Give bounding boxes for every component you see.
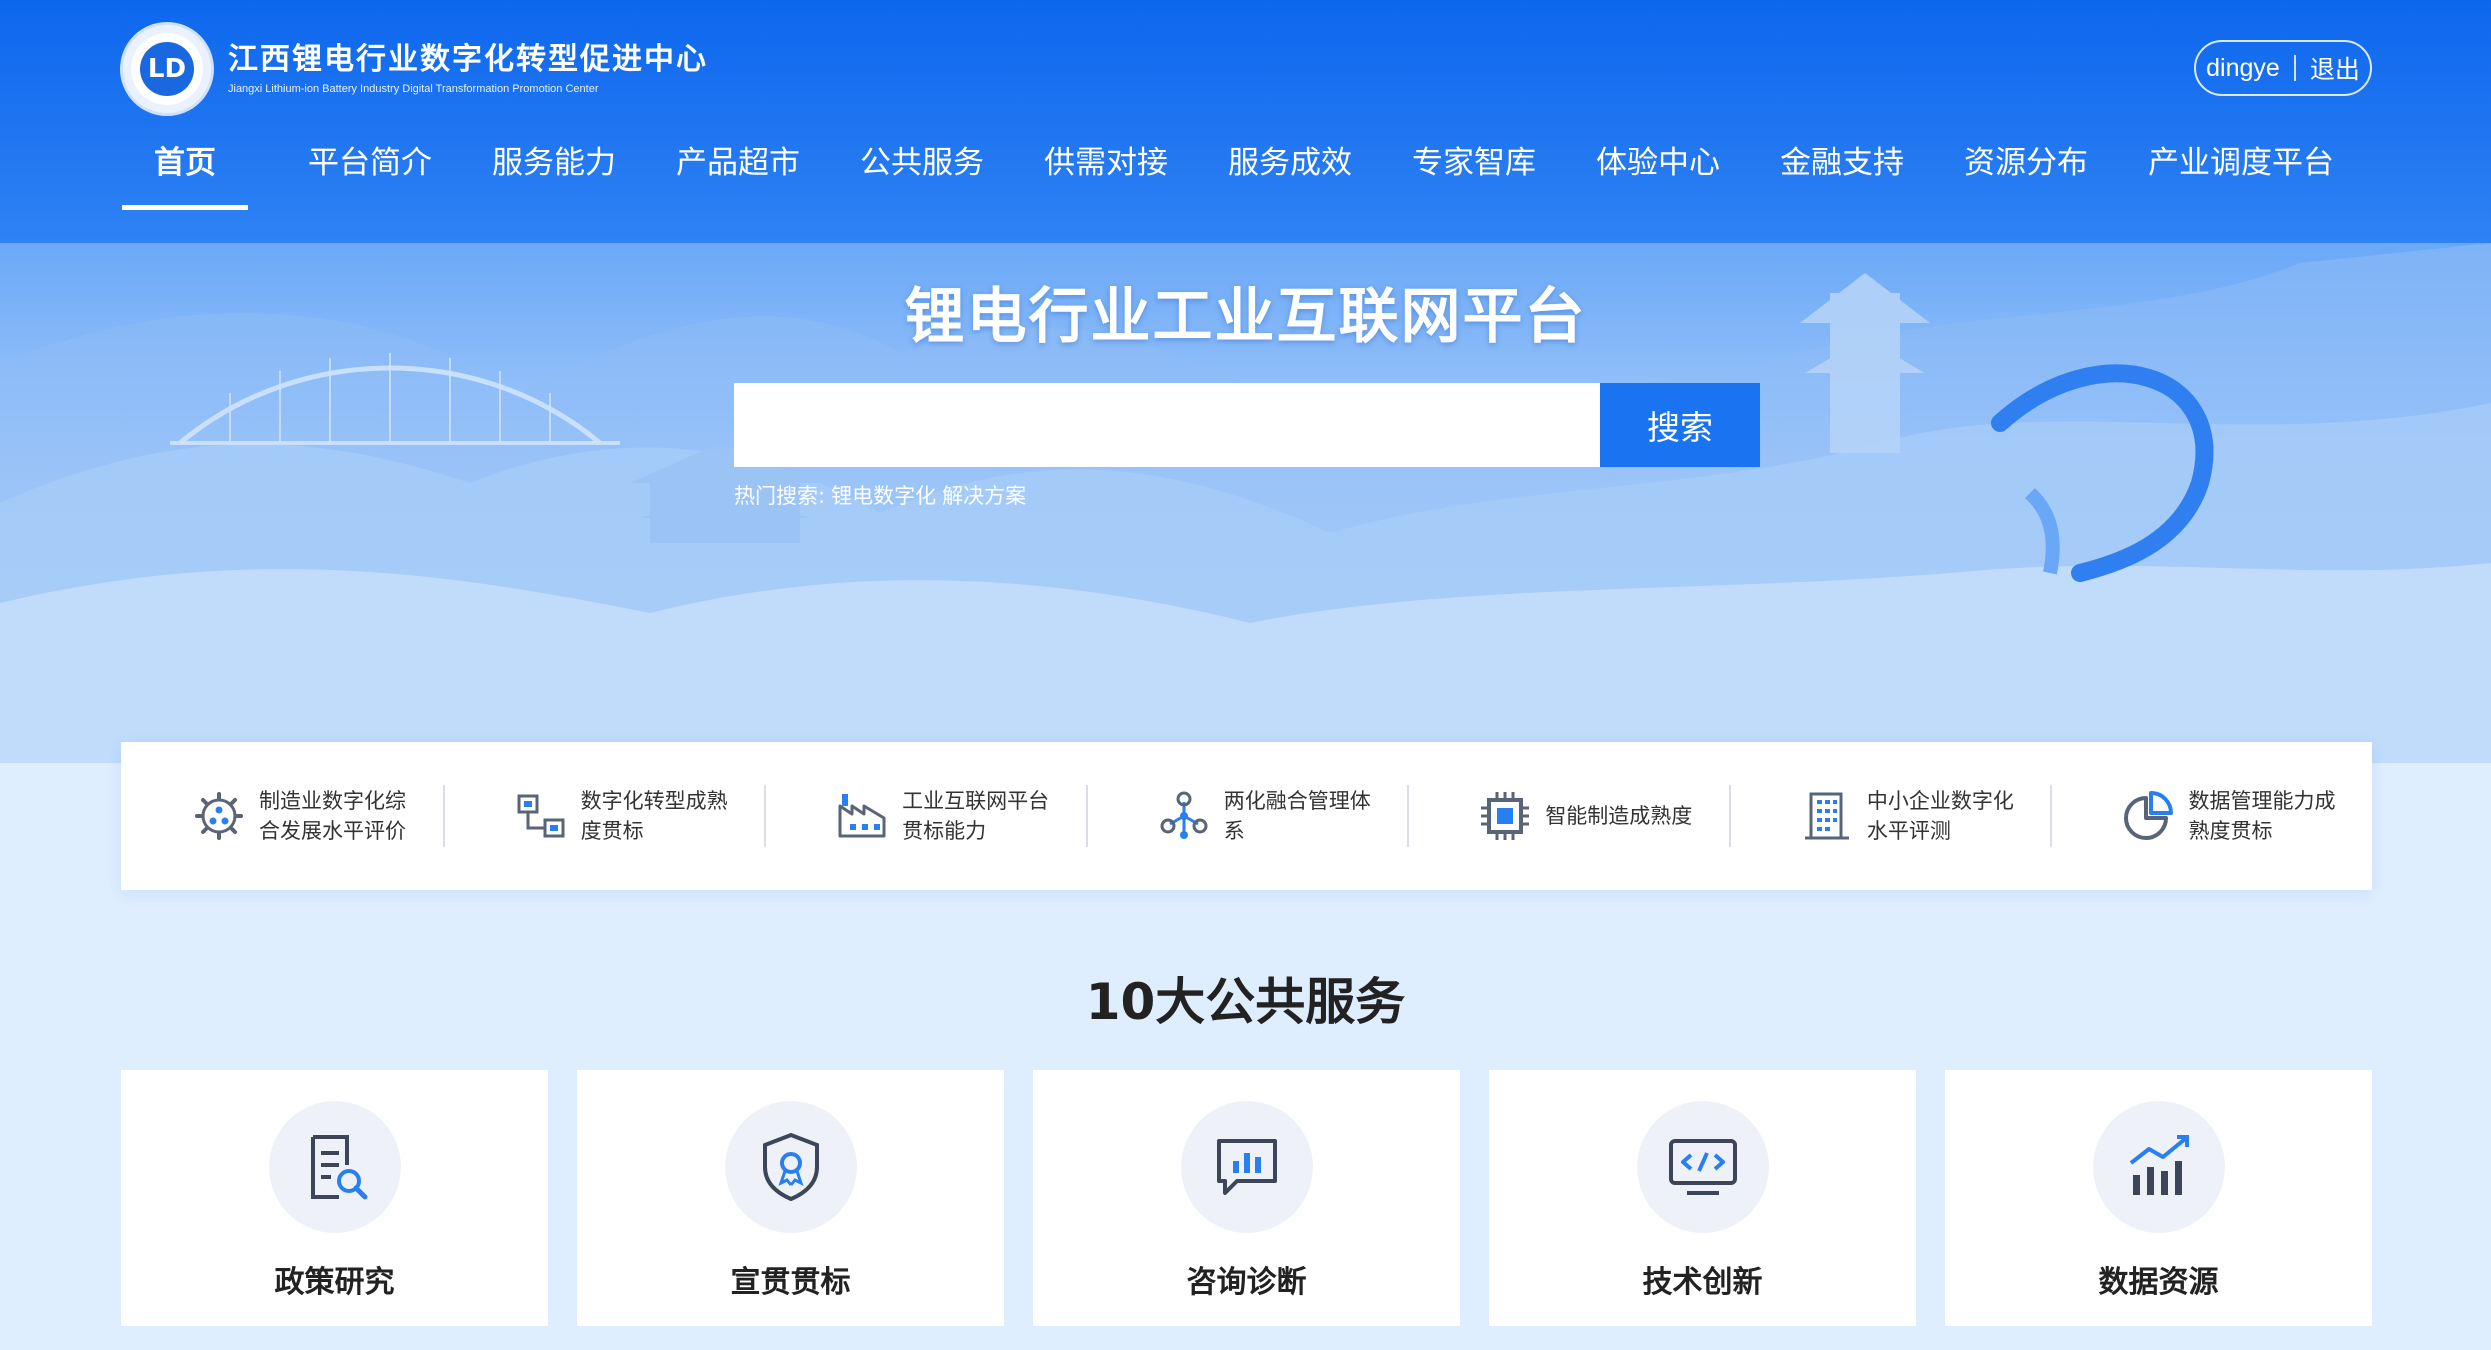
quick-link-sme-digital[interactable]: 中小企业数字化水平评测 (1728, 785, 2051, 847)
chip-icon (1481, 792, 1530, 840)
gear-network-icon (195, 792, 243, 840)
quick-link-manufacturing-digital-eval[interactable]: 制造业数字化综合发展水平评价 (121, 785, 443, 847)
service-card-label: 技术创新 (1642, 1265, 1763, 1300)
hero-title: 锂电行业工业互联网平台 (904, 282, 1587, 352)
nav-item-service-results[interactable]: 服务成效 (1228, 138, 1352, 210)
search-bar: 搜索 (734, 383, 1760, 467)
quick-link-iiot-platform[interactable]: 工业互联网平台贯标能力 (764, 785, 1086, 847)
flowchart-icon (517, 794, 565, 838)
hot-search-tag[interactable]: 解决方案 (942, 484, 1026, 508)
search-input[interactable] (734, 383, 1600, 467)
building-icon (1804, 792, 1849, 840)
nav-item-expert-pool[interactable]: 专家智库 (1412, 138, 1536, 210)
logo-emblem-icon: LD (120, 22, 214, 116)
hot-search-label: 热门搜索: (734, 484, 826, 508)
logo-mark: LD (140, 42, 194, 96)
hero-banner: 锂电行业工业互联网平台 搜索 热门搜索: 锂电数字化 解决方案 (0, 243, 2491, 763)
nav-item-industry-dispatch[interactable]: 产业调度平台 (2148, 138, 2334, 210)
quick-link-label: 智能制造成熟度 (1545, 804, 1693, 828)
user-name-link[interactable]: dingye (2206, 54, 2280, 83)
quick-link-digital-maturity[interactable]: 数字化转型成熟度贯标 (442, 785, 765, 847)
molecule-icon (1160, 791, 1208, 839)
quick-link-label: 数字化转型成熟度贯标 (580, 789, 728, 843)
quick-link-label: 数据管理能力成熟度贯标 (2188, 789, 2336, 843)
pie-chart-icon (2124, 791, 2174, 840)
main-nav: 首页 平台简介 服务能力 产品超市 公共服务 供需对接 服务成效 专家智库 体验… (122, 138, 2394, 210)
services-card-list: 政策研究 宣贯贯标 咨询诊断 技术创新 数据资源 (121, 1070, 2372, 1326)
nav-item-home[interactable]: 首页 (122, 138, 248, 210)
quick-link-integration-mgmt[interactable]: 两化融合管理体系 (1085, 785, 1408, 847)
nav-item-product-market[interactable]: 产品超市 (676, 138, 800, 210)
service-card-tech-innovation[interactable]: 技术创新 (1489, 1070, 1916, 1326)
service-card-promotion[interactable]: 宣贯贯标 (577, 1070, 1004, 1326)
quick-link-label: 工业互联网平台贯标能力 (902, 789, 1050, 843)
logo-title: 江西锂电行业数字化转型促进中心 (228, 42, 708, 77)
hot-searches: 热门搜索: 锂电数字化 解决方案 (734, 480, 1026, 510)
nav-item-service-capability[interactable]: 服务能力 (492, 138, 616, 210)
code-monitor-icon (1668, 1139, 1737, 1195)
nav-item-supply-demand[interactable]: 供需对接 (1044, 138, 1168, 210)
site-logo[interactable]: LD 江西锂电行业数字化转型促进中心 Jiangxi Lithium-ion B… (120, 22, 708, 116)
chat-chart-icon (1216, 1139, 1277, 1195)
bar-trend-icon (2129, 1135, 2189, 1195)
service-card-label: 宣贯贯标 (730, 1265, 851, 1300)
quick-link-label: 两化融合管理体系 (1223, 789, 1371, 843)
nav-item-platform-intro[interactable]: 平台简介 (308, 138, 432, 210)
logo-subtitle: Jiangxi Lithium-ion Battery Industry Dig… (228, 83, 599, 95)
service-card-label: 咨询诊断 (1186, 1265, 1307, 1300)
factory-icon (838, 794, 886, 838)
search-button[interactable]: 搜索 (1600, 383, 1760, 467)
nav-item-public-service[interactable]: 公共服务 (860, 138, 984, 210)
assessment-quick-links: 制造业数字化综合发展水平评价 数字化转型成熟度贯标 工业互联网平台贯标能力 两化… (121, 742, 2372, 890)
logout-button[interactable]: 退出 (2310, 50, 2360, 86)
shield-ribbon-icon (762, 1132, 819, 1202)
quick-link-smart-manufacturing[interactable]: 智能制造成熟度 (1407, 785, 1729, 847)
user-divider (2293, 55, 2296, 81)
services-section-title: 10大公共服务 (1085, 973, 1406, 1031)
quick-link-label: 中小企业数字化水平评测 (1866, 789, 2014, 843)
hot-search-tag[interactable]: 锂电数字化 (831, 484, 936, 508)
nav-item-experience-center[interactable]: 体验中心 (1596, 138, 1720, 210)
document-search-icon (310, 1135, 367, 1200)
service-card-policy-research[interactable]: 政策研究 (121, 1070, 548, 1326)
site-header: LD 江西锂电行业数字化转型促进中心 Jiangxi Lithium-ion B… (0, 0, 2491, 243)
nav-item-finance-support[interactable]: 金融支持 (1780, 138, 1904, 210)
service-card-label: 数据资源 (2098, 1265, 2219, 1300)
user-panel: dingye 退出 (2194, 40, 2372, 96)
nav-item-resource-map[interactable]: 资源分布 (1964, 138, 2088, 210)
quick-link-label: 制造业数字化综合发展水平评价 (259, 789, 406, 843)
service-card-data-resources[interactable]: 数据资源 (1945, 1070, 2372, 1326)
service-card-label: 政策研究 (274, 1265, 395, 1300)
quick-link-data-mgmt[interactable]: 数据管理能力成熟度贯标 (2050, 785, 2372, 847)
service-card-consulting[interactable]: 咨询诊断 (1033, 1070, 1460, 1326)
